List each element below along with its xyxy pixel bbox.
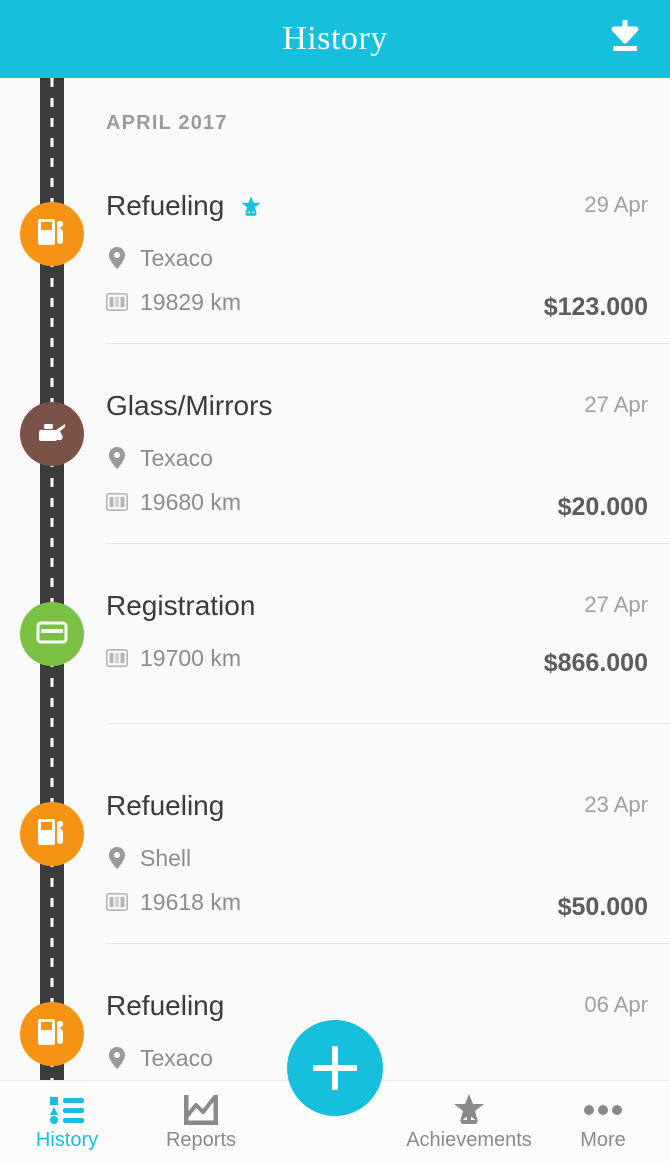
entry-title: Refueling: [106, 990, 225, 1021]
entry-date: 27 Apr: [584, 592, 648, 617]
entry-title-row: Refueling 29 Apr: [106, 178, 648, 234]
entry-odometer-row: 19680 km $20.000: [106, 482, 648, 522]
entry-type-badge: [20, 1002, 84, 1066]
entry-date: 29 Apr: [584, 192, 648, 217]
app-header: History: [0, 0, 670, 78]
entry-location-row: Texaco: [106, 438, 648, 478]
nav-item-achievements[interactable]: Achievements: [402, 1081, 536, 1162]
entry-title-row: Refueling 06 Apr: [106, 978, 648, 1034]
nav-label-more: More: [580, 1129, 626, 1151]
credit-card-icon: [35, 615, 69, 654]
entry-amount: $50.000: [557, 893, 648, 921]
entry-amount: $866.000: [543, 649, 648, 677]
entry-title: Refueling: [106, 790, 225, 821]
entry-divider: [106, 723, 670, 724]
entry-title-row: Refueling 23 Apr: [106, 778, 648, 834]
entry-location: Texaco: [140, 444, 213, 471]
history-entry[interactable]: Refueling 29 Apr Texaco 19829 km $123.000: [0, 178, 670, 378]
nav-item-reports[interactable]: Reports: [134, 1081, 268, 1162]
page-title: History: [282, 20, 388, 57]
nav-item-more[interactable]: More: [536, 1081, 670, 1162]
nav-label-history: History: [35, 1129, 99, 1151]
download-icon: [608, 19, 642, 60]
nav-label-achievements: Achievements: [406, 1129, 532, 1151]
entry-odometer-row: 19700 km $866.000: [106, 638, 648, 678]
fuel-pump-icon: [35, 1015, 69, 1054]
entry-odometer: 19829 km: [140, 288, 242, 315]
entry-odometer-row: 19618 km $50.000: [106, 882, 648, 922]
odometer-icon: [106, 647, 128, 669]
entry-divider: [106, 543, 670, 544]
nav-label-reports: Reports: [165, 1129, 237, 1151]
entry-date: 06 Apr: [584, 992, 648, 1017]
month-header: APRIL 2017: [106, 112, 228, 134]
entry-title-row: Glass/Mirrors 27 Apr: [106, 378, 648, 434]
entry-title-row: Registration 27 Apr: [106, 578, 648, 634]
entry-body: Glass/Mirrors 27 Apr Texaco 19680 km $20.000: [106, 378, 648, 522]
entry-type-badge: [20, 802, 84, 866]
entry-odometer: 19680 km: [140, 488, 242, 515]
entry-body: Refueling 29 Apr Texaco 19829 km $123.000: [106, 178, 648, 322]
list-icon: [50, 1091, 84, 1125]
plus-icon: [313, 1046, 357, 1090]
entry-date: 23 Apr: [584, 792, 648, 817]
nav-item-history[interactable]: History: [0, 1081, 134, 1162]
entry-title: Refueling: [106, 190, 225, 221]
chart-icon: [184, 1091, 218, 1125]
add-entry-fab[interactable]: [287, 1020, 383, 1116]
entry-date: 27 Apr: [584, 392, 648, 417]
entry-location: Shell: [140, 844, 192, 871]
entry-divider: [106, 943, 670, 944]
entry-odometer: 19700 km: [140, 644, 242, 671]
history-entry[interactable]: Refueling 23 Apr Shell 19618 km $50.000: [0, 778, 670, 978]
entry-body: Refueling 23 Apr Shell 19618 km $50.000: [106, 778, 648, 922]
odometer-icon: [106, 891, 128, 913]
history-entry[interactable]: Glass/Mirrors 27 Apr Texaco 19680 km $20.000: [0, 378, 670, 578]
entry-title: Glass/Mirrors: [106, 390, 273, 421]
entry-divider: [106, 343, 670, 344]
entry-type-badge: [20, 602, 84, 666]
location-pin-icon: [106, 847, 128, 869]
history-entry[interactable]: Registration 27 Apr 19700 km $866.000: [0, 578, 670, 778]
ellipsis-icon: [583, 1091, 623, 1125]
entry-type-badge: [20, 402, 84, 466]
history-list: APRIL 2017 Refueling 29 Apr Texaco 19829 km…: [0, 78, 670, 1121]
entry-body: Registration 27 Apr 19700 km $866.000: [106, 578, 648, 678]
entry-odometer: 19618 km: [140, 888, 242, 915]
entry-type-badge: [20, 202, 84, 266]
entry-odometer-row: 19829 km $123.000: [106, 282, 648, 322]
download-button[interactable]: [598, 12, 652, 66]
oil-can-icon: [35, 415, 69, 454]
history-screen: History APRIL 2017 Refueling 29 Apr Texaco…: [0, 0, 670, 1162]
entry-location: Texaco: [140, 1044, 213, 1071]
location-pin-icon: [106, 447, 128, 469]
achievement-trophy-icon: [240, 194, 262, 218]
entry-location-row: Shell: [106, 838, 648, 878]
location-pin-icon: [106, 247, 128, 269]
location-pin-icon: [106, 1047, 128, 1069]
trophy-icon: [452, 1091, 486, 1125]
fuel-pump-icon: [35, 215, 69, 254]
fuel-pump-icon: [35, 815, 69, 854]
odometer-icon: [106, 291, 128, 313]
entry-amount: $123.000: [543, 293, 648, 321]
entry-location-row: Texaco: [106, 238, 648, 278]
entry-title: Registration: [106, 590, 256, 621]
entry-amount: $20.000: [557, 493, 648, 521]
entry-location: Texaco: [140, 244, 213, 271]
odometer-icon: [106, 491, 128, 513]
